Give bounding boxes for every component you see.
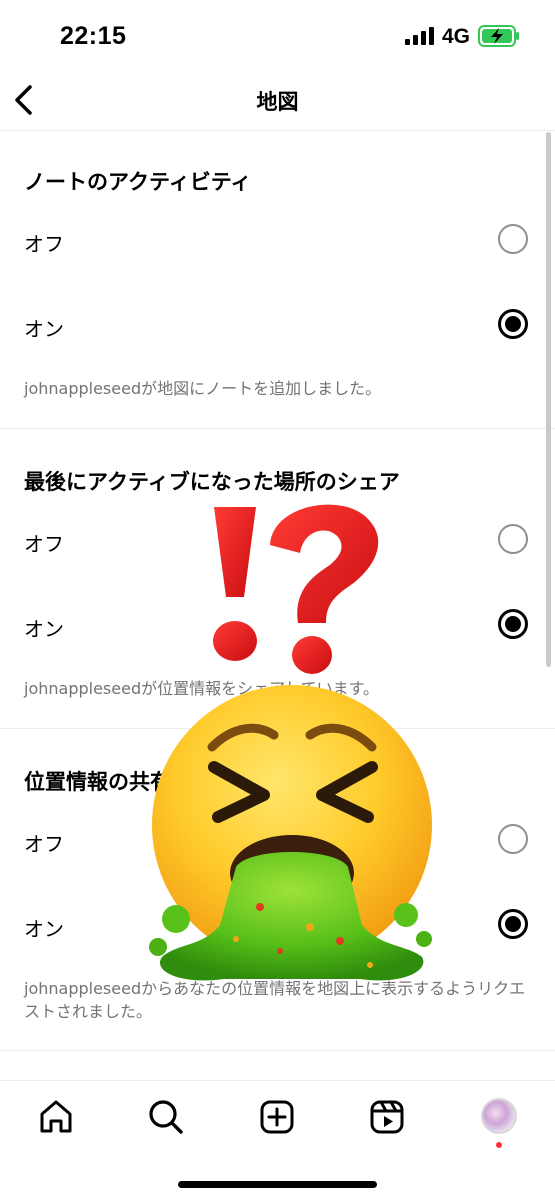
option-label: オン	[24, 917, 64, 941]
exclamation-question-mark-icon	[213, 504, 379, 674]
create-post-icon	[260, 1100, 294, 1134]
section-divider	[0, 428, 555, 429]
notification-dot	[496, 1142, 502, 1148]
status-time: 22:15	[60, 22, 127, 50]
option-label: オフ	[24, 532, 64, 556]
section-title-last-active-location: 最後にアクティブになった場所のシェア	[24, 470, 400, 494]
option-row-note-activity-on[interactable]: オン	[0, 291, 555, 361]
sticker-overlay	[149, 504, 432, 981]
vomiting-face-icon	[149, 685, 432, 981]
home-indicator[interactable]	[178, 1181, 377, 1188]
create-tab[interactable]	[257, 1097, 297, 1137]
radio-button-unselected[interactable]	[498, 824, 528, 854]
home-icon	[40, 1100, 72, 1133]
status-bar: 22:15 4G	[0, 0, 555, 70]
radio-button-selected[interactable]	[498, 909, 528, 939]
radio-button-unselected[interactable]	[498, 224, 528, 254]
reels-tab[interactable]	[367, 1097, 407, 1137]
option-label: オン	[24, 317, 64, 341]
battery-charging-icon	[478, 25, 519, 47]
page-title: 地図	[256, 90, 299, 114]
option-label: オフ	[24, 832, 64, 856]
option-label: オン	[24, 617, 64, 641]
search-tab[interactable]	[146, 1097, 186, 1137]
option-label: オフ	[24, 232, 64, 256]
section-title-note-activity: ノートのアクティビティ	[24, 170, 252, 194]
home-tab[interactable]	[36, 1097, 76, 1137]
profile-avatar[interactable]	[481, 1098, 517, 1134]
cellular-signal-icon	[405, 27, 434, 45]
network-type-label: 4G	[442, 25, 471, 48]
search-icon	[149, 1100, 183, 1134]
nav-header: 地図	[0, 70, 555, 131]
scrollbar[interactable]	[546, 132, 551, 667]
reels-icon	[370, 1100, 404, 1134]
radio-button-selected[interactable]	[498, 309, 528, 339]
section-divider	[0, 1050, 555, 1051]
helper-text-note-activity: johnappleseedが地図にノートを追加しました。	[24, 379, 382, 398]
radio-button-selected[interactable]	[498, 609, 528, 639]
option-row-note-activity-off[interactable]: オフ	[0, 206, 555, 276]
radio-button-unselected[interactable]	[498, 524, 528, 554]
